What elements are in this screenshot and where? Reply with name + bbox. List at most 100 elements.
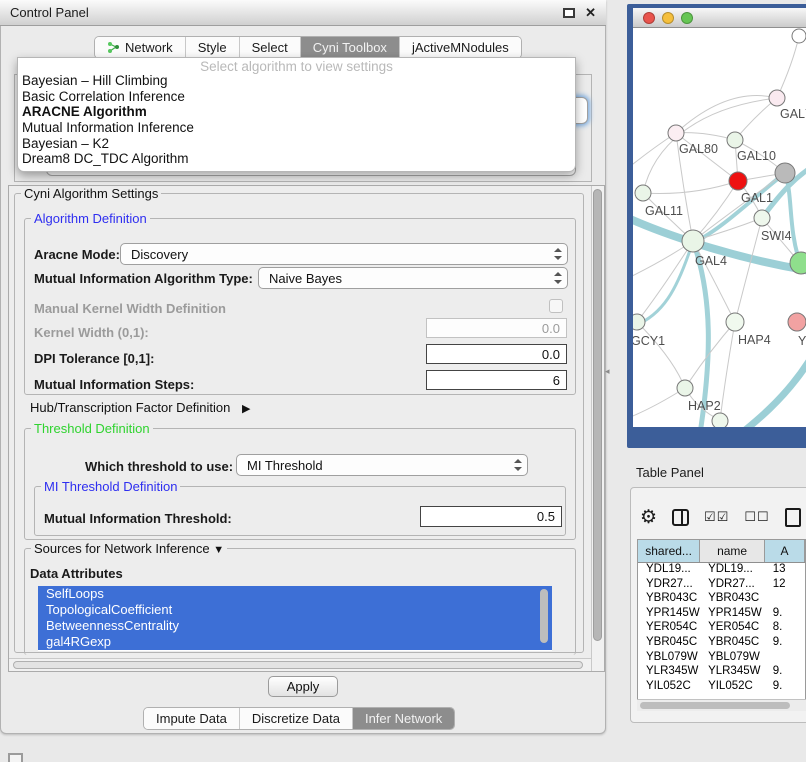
network-edge[interactable] (785, 173, 800, 263)
tab-label: Select (252, 40, 288, 55)
bottom-tab-discretize-data[interactable]: Discretize Data (240, 708, 353, 729)
zoom-traffic-light-icon[interactable] (681, 12, 693, 24)
table-cell: 9. (765, 636, 805, 651)
table-row[interactable]: YPR145WYPR145W9. (638, 607, 805, 622)
table-hscrollbar-thumb[interactable] (640, 702, 790, 709)
table-row[interactable]: YDL19...YDL19...13 (638, 563, 805, 578)
aracne-mode-value: Discovery (131, 247, 188, 262)
network-edge[interactable] (777, 36, 799, 98)
network-edge[interactable] (643, 181, 738, 194)
minimize-traffic-light-icon[interactable] (662, 12, 674, 24)
algorithm-option-dream8-dc-tdc-algorithm[interactable]: Dream8 DC_TDC Algorithm (18, 151, 575, 167)
list-scrollbar-thumb[interactable] (540, 589, 548, 643)
column-header-name[interactable]: name (700, 540, 765, 562)
which-threshold-combobox[interactable]: MI Threshold (236, 454, 528, 476)
table-cell: YLR345W (638, 665, 700, 680)
close-traffic-light-icon[interactable] (643, 12, 655, 24)
vertical-scrollbar-thumb[interactable] (593, 189, 602, 641)
table-cell: 9. (765, 665, 805, 680)
node-gal1[interactable] (729, 172, 747, 190)
node-hap4[interactable] (726, 313, 744, 331)
network-edge[interactable] (735, 218, 762, 322)
table-row[interactable]: YLR345WYLR345W9. (638, 665, 805, 680)
float-icon[interactable] (563, 8, 575, 18)
network-edge[interactable] (637, 322, 685, 388)
node-swi4[interactable] (754, 210, 770, 226)
expander-right-icon: ▶ (242, 402, 250, 415)
node-gal4[interactable] (682, 230, 704, 252)
network-canvas[interactable]: GAL7GAL80GAL10GAL1GAL11SWI4GAL4GCY1HAP4Y… (633, 28, 806, 427)
node-gcy1[interactable] (633, 314, 645, 330)
tab-cyni-toolbox[interactable]: Cyni Toolbox (301, 37, 400, 58)
expander-down-icon[interactable]: ▼ (213, 544, 224, 556)
algorithm-dropdown-popup: Select algorithm to view settings Bayesi… (17, 57, 576, 172)
close-icon[interactable]: ✕ (585, 5, 596, 21)
page-icon[interactable] (785, 508, 801, 527)
algorithm-option-aracne-algorithm[interactable]: ARACNE Algorithm (18, 104, 575, 120)
dpi-tolerance-label: DPI Tolerance [0,1]: (34, 351, 154, 366)
node-gal10[interactable] (727, 132, 743, 148)
algorithm-option-basic-correlation-inference[interactable]: Basic Correlation Inference (18, 89, 575, 105)
node-gal11[interactable] (635, 185, 651, 201)
table-row[interactable]: YER054CYER054C8. (638, 621, 805, 636)
node-top-partial[interactable] (792, 29, 806, 43)
node-gal80[interactable] (668, 125, 684, 141)
aracne-mode-combobox[interactable]: Discovery (120, 243, 568, 265)
column-header-shared[interactable]: shared... (638, 540, 700, 562)
network-tab-icon (107, 41, 120, 54)
table-panel-toolbar: ⚙ ☑☑ ☐☐ (640, 497, 806, 537)
hub-definition-expander[interactable]: Hub/Transcription Factor Definition ▶ (30, 400, 250, 415)
screen: Control Panel ✕ NetworkStyle Select Cyni T… (0, 0, 806, 762)
network-edge[interactable] (633, 388, 685, 418)
kernel-width-field[interactable]: 0.0 (426, 318, 567, 338)
attribute-item-topologicalcoefficient[interactable]: TopologicalCoefficient (38, 602, 552, 618)
algorithm-definition-caption: Algorithm Definition (31, 211, 150, 226)
algorithm-option-mutual-information-inference[interactable]: Mutual Information Inference (18, 120, 575, 136)
table-row[interactable]: YBL079WYBL079W (638, 651, 805, 666)
table-row[interactable]: YDR27...YDR27...12 (638, 578, 805, 593)
node-gray[interactable] (775, 163, 795, 183)
mi-steps-field[interactable]: 6 (426, 370, 567, 390)
table-row[interactable]: YIL052CYIL052C9. (638, 680, 805, 695)
unchecked-pair-icon[interactable]: ☐☐ (744, 509, 769, 525)
algorithm-option-bayesian-hill-climbing[interactable]: Bayesian – Hill Climbing (18, 73, 575, 89)
attribute-item-selfloops[interactable]: SelfLoops (38, 586, 552, 602)
manual-kernel-checkbox[interactable] (549, 299, 563, 313)
panel-divider-arrow-icon[interactable]: ◂ (605, 366, 610, 377)
dpi-tolerance-field[interactable]: 0.0 (426, 344, 567, 364)
node-gal7[interactable] (769, 90, 785, 106)
tab-network[interactable]: Network (95, 37, 186, 58)
table-body: YDL19...YDL19...13YDR27...YDR27...12YBR0… (638, 563, 805, 694)
mi-threshold-field[interactable]: 0.5 (420, 506, 562, 527)
data-attributes-list[interactable]: SelfLoopsTopologicalCoefficientBetweenne… (38, 586, 552, 651)
table-cell: 9. (765, 607, 805, 622)
table-row[interactable]: YBR043CYBR043C (638, 592, 805, 607)
mini-panel-icon[interactable] (8, 753, 23, 762)
apply-button[interactable]: Apply (268, 676, 338, 697)
network-edge[interactable] (676, 133, 735, 140)
network-edge[interactable] (637, 241, 693, 322)
sources-caption-text: Sources for Network Inference (34, 541, 210, 556)
attribute-item-gal4rgexp[interactable]: gal4RGexp (38, 634, 552, 650)
column-header-a[interactable]: A (765, 540, 805, 562)
columns-icon[interactable] (672, 509, 689, 526)
node-salmon-partial[interactable] (788, 313, 806, 331)
algorithm-option-bayesian-k2[interactable]: Bayesian – K2 (18, 136, 575, 152)
table-row[interactable]: YBR045CYBR045C9. (638, 636, 805, 651)
attribute-item-betweennesscentrality[interactable]: BetweennessCentrality (38, 618, 552, 634)
checked-pair-icon[interactable]: ☑☑ (704, 509, 729, 525)
bottom-tab-impute-data[interactable]: Impute Data (144, 708, 240, 729)
node-hap2[interactable] (677, 380, 693, 396)
horizontal-scrollbar-thumb[interactable] (13, 661, 583, 669)
gear-icon[interactable]: ⚙ (640, 506, 657, 529)
mi-type-combobox[interactable]: Naive Bayes (258, 267, 568, 289)
tab-jactivemnodules[interactable]: jActiveMNodules (400, 37, 521, 58)
control-panel-title: Control Panel (10, 5, 563, 20)
table-cell: 8. (765, 621, 805, 636)
tab-style[interactable]: Style (186, 37, 240, 58)
network-edge[interactable] (676, 96, 777, 133)
node-bottom-partial[interactable] (712, 413, 728, 427)
tab-select[interactable]: Select (240, 37, 301, 58)
bottom-tab-infer-network[interactable]: Infer Network (353, 708, 454, 729)
node-hap4-label: HAP4 (738, 333, 771, 347)
